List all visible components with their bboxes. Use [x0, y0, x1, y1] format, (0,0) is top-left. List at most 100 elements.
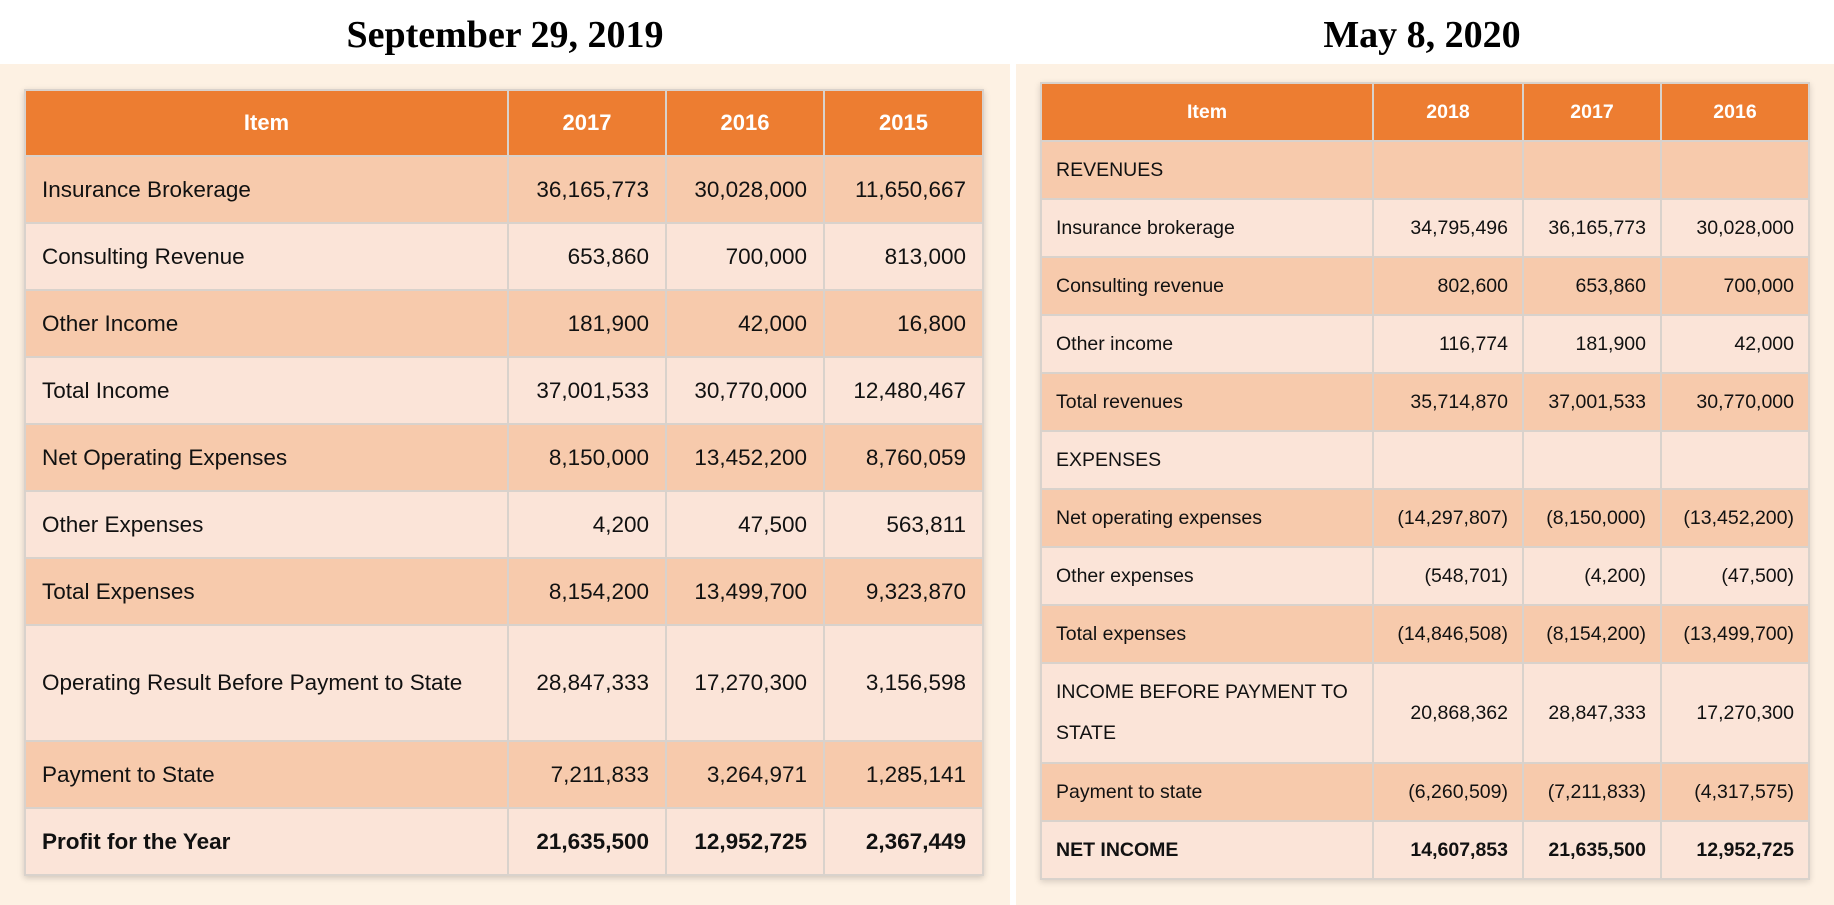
- row-item: Total Expenses: [24, 557, 509, 626]
- row-value: 813,000: [823, 222, 984, 291]
- row-item: Other Expenses: [24, 490, 509, 559]
- header-year: 2016: [665, 89, 825, 157]
- row-value: 13,452,200: [665, 423, 825, 492]
- row-value: (548,701): [1372, 546, 1524, 606]
- row-value: (6,260,509): [1372, 762, 1524, 822]
- header-year: 2017: [507, 89, 667, 157]
- header-year: 2018: [1372, 82, 1524, 142]
- section-row-revenues: REVENUES: [1040, 140, 1810, 200]
- row-value: [1660, 430, 1810, 490]
- header-year: 2016: [1660, 82, 1810, 142]
- row-item: Net Operating Expenses: [24, 423, 509, 492]
- row-value: 3,264,971: [665, 740, 825, 809]
- row-value: 653,860: [1522, 256, 1662, 316]
- row-value: 12,952,725: [665, 807, 825, 876]
- row-value: 20,868,362: [1372, 662, 1524, 764]
- table-row: Other Income 181,900 42,000 16,800: [24, 289, 984, 358]
- row-item: NET INCOME: [1040, 820, 1374, 880]
- row-value: 36,165,773: [507, 155, 667, 224]
- table-row: Other Expenses 4,200 47,500 563,811: [24, 490, 984, 559]
- table-row: Net Operating Expenses 8,150,000 13,452,…: [24, 423, 984, 492]
- table-row: Net operating expenses (14,297,807) (8,1…: [1040, 488, 1810, 548]
- row-value: 653,860: [507, 222, 667, 291]
- right-panel: Item 2018 2017 2016 REVENUES Insurance b…: [1016, 64, 1834, 905]
- table-row: Payment to state (6,260,509) (7,211,833)…: [1040, 762, 1810, 822]
- row-item: Other Income: [24, 289, 509, 358]
- table-row: Other expenses (548,701) (4,200) (47,500…: [1040, 546, 1810, 606]
- row-value: 181,900: [507, 289, 667, 358]
- row-value: (7,211,833): [1522, 762, 1662, 822]
- table-header-row: Item 2018 2017 2016: [1040, 82, 1810, 142]
- row-value: (14,297,807): [1372, 488, 1524, 548]
- row-value: 30,028,000: [1660, 198, 1810, 258]
- row-value: 13,499,700: [665, 557, 825, 626]
- row-value: (8,150,000): [1522, 488, 1662, 548]
- row-item: Operating Result Before Payment to State: [24, 624, 509, 742]
- table-row-total: NET INCOME 14,607,853 21,635,500 12,952,…: [1040, 820, 1810, 880]
- row-value: 21,635,500: [507, 807, 667, 876]
- row-value: 181,900: [1522, 314, 1662, 374]
- row-value: (47,500): [1660, 546, 1810, 606]
- table-header-row: Item 2017 2016 2015: [24, 89, 984, 157]
- left-table-title: September 29, 2019: [346, 14, 664, 56]
- header-year: 2015: [823, 89, 984, 157]
- row-value: 28,847,333: [507, 624, 667, 742]
- table-row: Consulting Revenue 653,860 700,000 813,0…: [24, 222, 984, 291]
- row-value: (13,499,700): [1660, 604, 1810, 664]
- row-value: [1372, 430, 1524, 490]
- section-row-expenses: EXPENSES: [1040, 430, 1810, 490]
- right-table-title: May 8, 2020: [1323, 14, 1521, 56]
- table-row: Total expenses (14,846,508) (8,154,200) …: [1040, 604, 1810, 664]
- table-row: Total Income 37,001,533 30,770,000 12,48…: [24, 356, 984, 425]
- row-value: 37,001,533: [1522, 372, 1662, 432]
- row-value: 36,165,773: [1522, 198, 1662, 258]
- table-row: Payment to State 7,211,833 3,264,971 1,2…: [24, 740, 984, 809]
- table-row: Other income 116,774 181,900 42,000: [1040, 314, 1810, 374]
- row-item: Other income: [1040, 314, 1374, 374]
- left-panel: Item 2017 2016 2015 Insurance Brokerage …: [0, 64, 1010, 905]
- row-value: 12,952,725: [1660, 820, 1810, 880]
- row-value: 116,774: [1372, 314, 1524, 374]
- table-row: Insurance brokerage 34,795,496 36,165,77…: [1040, 198, 1810, 258]
- row-value: 2,367,449: [823, 807, 984, 876]
- row-value: 1,285,141: [823, 740, 984, 809]
- row-value: [1372, 140, 1524, 200]
- table-row: Insurance Brokerage 36,165,773 30,028,00…: [24, 155, 984, 224]
- row-value: (14,846,508): [1372, 604, 1524, 664]
- row-item: Total revenues: [1040, 372, 1374, 432]
- table-row-total: Profit for the Year 21,635,500 12,952,72…: [24, 807, 984, 876]
- row-value: 16,800: [823, 289, 984, 358]
- row-value: 42,000: [1660, 314, 1810, 374]
- row-value: 30,028,000: [665, 155, 825, 224]
- row-value: 35,714,870: [1372, 372, 1524, 432]
- row-value: (4,317,575): [1660, 762, 1810, 822]
- table-row: Total revenues 35,714,870 37,001,533 30,…: [1040, 372, 1810, 432]
- row-value: [1522, 430, 1662, 490]
- row-value: 802,600: [1372, 256, 1524, 316]
- row-value: 42,000: [665, 289, 825, 358]
- row-item: Total expenses: [1040, 604, 1374, 664]
- row-item: Total Income: [24, 356, 509, 425]
- row-value: 11,650,667: [823, 155, 984, 224]
- row-value: 12,480,467: [823, 356, 984, 425]
- row-item: Profit for the Year: [24, 807, 509, 876]
- row-item: Other expenses: [1040, 546, 1374, 606]
- row-value: 17,270,300: [665, 624, 825, 742]
- row-item: REVENUES: [1040, 140, 1374, 200]
- row-value: 4,200: [507, 490, 667, 559]
- row-value: 37,001,533: [507, 356, 667, 425]
- row-value: 34,795,496: [1372, 198, 1524, 258]
- row-value: 30,770,000: [1660, 372, 1810, 432]
- income-table-2020: Item 2018 2017 2016 REVENUES Insurance b…: [1040, 82, 1810, 880]
- row-value: (8,154,200): [1522, 604, 1662, 664]
- row-item: Insurance Brokerage: [24, 155, 509, 224]
- table-row: INCOME BEFORE PAYMENT TO STATE 20,868,36…: [1040, 662, 1810, 764]
- table-row: Consulting revenue 802,600 653,860 700,0…: [1040, 256, 1810, 316]
- row-value: 8,154,200: [507, 557, 667, 626]
- row-value: 3,156,598: [823, 624, 984, 742]
- header-item: Item: [24, 89, 509, 157]
- row-value: [1660, 140, 1810, 200]
- row-value: 30,770,000: [665, 356, 825, 425]
- row-item: Consulting Revenue: [24, 222, 509, 291]
- row-item: Payment to state: [1040, 762, 1374, 822]
